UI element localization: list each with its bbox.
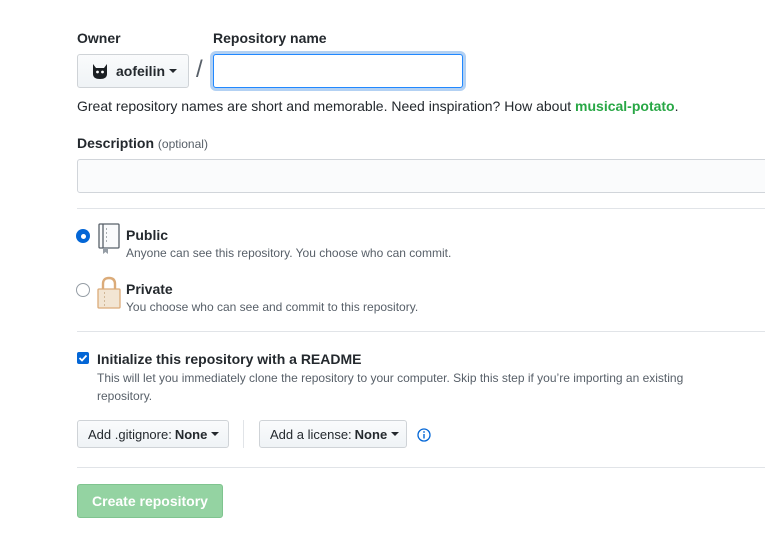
owner-label: Owner — [77, 30, 121, 46]
license-prefix: Add a license: — [270, 426, 352, 442]
lock-icon — [96, 276, 122, 315]
vertical-divider — [243, 420, 244, 448]
repository-name-label: Repository name — [213, 30, 327, 46]
init-readme-checkbox[interactable] — [77, 352, 89, 364]
divider — [77, 208, 765, 209]
check-icon — [78, 354, 88, 362]
owner-repo-separator: / — [196, 56, 203, 83]
gitignore-value: None — [174, 426, 208, 442]
description-label-text: Description — [77, 135, 155, 151]
public-description: Anyone can see this repository. You choo… — [126, 246, 452, 260]
repository-name-input[interactable] — [213, 54, 463, 88]
suggested-name-link[interactable]: musical-potato — [575, 98, 675, 114]
optional-note: (optional) — [157, 137, 208, 151]
repo-book-icon — [96, 223, 122, 260]
avatar — [90, 61, 110, 81]
divider — [77, 331, 765, 332]
license-value: None — [354, 426, 388, 442]
hint-prefix: Great repository names are short and mem… — [77, 98, 576, 114]
repository-name-hint: Great repository names are short and mem… — [77, 98, 679, 114]
gitignore-dropdown[interactable]: Add .gitignore: None — [77, 420, 229, 448]
init-readme-title: Initialize this repository with a README — [97, 351, 362, 367]
description-input[interactable] — [77, 159, 765, 193]
chevron-down-icon — [211, 432, 220, 436]
private-radio[interactable] — [76, 283, 90, 297]
public-title: Public — [126, 227, 169, 243]
init-readme-description-line2: repository. — [97, 389, 153, 403]
owner-name: aofeilin — [116, 63, 166, 79]
init-readme-description-line1: This will let you immediately clone the … — [97, 371, 684, 385]
create-repository-button[interactable]: Create repository — [77, 484, 223, 518]
license-dropdown[interactable]: Add a license: None — [259, 420, 407, 448]
info-icon[interactable] — [417, 428, 431, 447]
chevron-down-icon — [391, 432, 400, 436]
chevron-down-icon — [169, 69, 178, 73]
public-radio[interactable] — [76, 229, 90, 243]
owner-dropdown[interactable]: aofeilin — [77, 54, 189, 88]
divider — [77, 467, 765, 468]
gitignore-prefix: Add .gitignore: — [88, 426, 172, 442]
hint-suffix: . — [674, 98, 679, 114]
description-label: Description (optional) — [77, 135, 208, 151]
private-description: You choose who can see and commit to thi… — [126, 300, 419, 314]
private-title: Private — [126, 281, 173, 297]
